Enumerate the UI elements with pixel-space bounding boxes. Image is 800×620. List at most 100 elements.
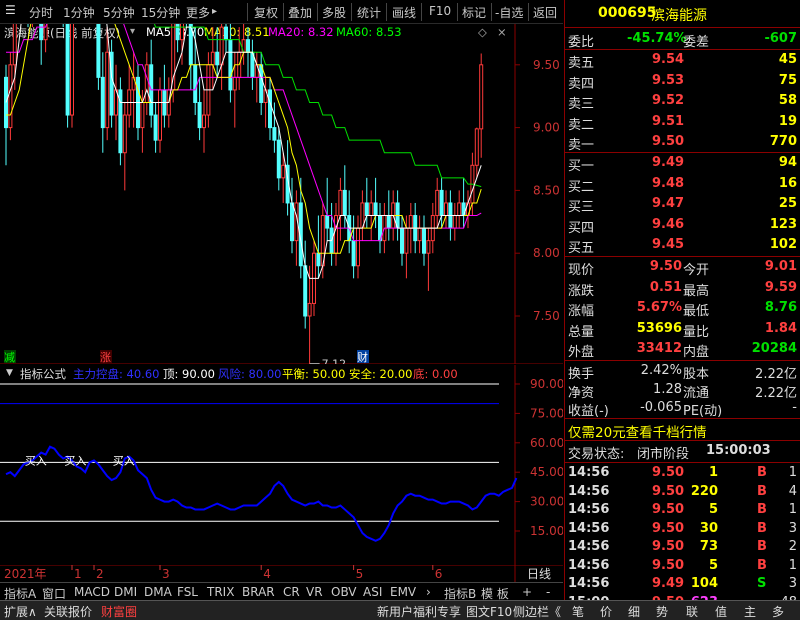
new-user-promo[interactable]: 新用户福利专享 (377, 603, 461, 620)
stat2-row: 换手 2.42% 股本 2.22亿 (565, 361, 800, 382)
tab-vr[interactable]: VR (306, 585, 323, 599)
more-arrow-icon[interactable]: ▸ (212, 6, 217, 17)
tick-price: 9.50 (652, 465, 685, 480)
remove-window-button[interactable]: - (546, 585, 550, 599)
tab-brar[interactable]: BRAR (242, 585, 275, 599)
tick-price: 9.50 (652, 483, 685, 499)
sidebar-toggle[interactable]: 侧边栏《 (513, 603, 561, 620)
menu-icon[interactable]: ☰ (5, 3, 16, 17)
bid-row[interactable]: 买三 9.47 25 (565, 194, 800, 215)
stat-label: 外盘 (568, 345, 595, 360)
tick-direction: B (757, 465, 767, 480)
candle-body-down (276, 139, 281, 179)
ask-label: 卖五 (568, 56, 595, 71)
tick-volume: 220 (690, 483, 718, 499)
stat-label: 今开 (683, 263, 710, 278)
tab-1min[interactable]: 1分钟 (63, 4, 95, 21)
candle-body-down (100, 76, 105, 129)
bid-row[interactable]: 买二 9.48 16 (565, 174, 800, 195)
bid-row[interactable]: 买一 9.49 94 (565, 153, 800, 174)
tick-count: 4 (788, 483, 797, 499)
weibi-row: 委比 -45.74% 委差 -607 (565, 29, 800, 50)
tool-fuquan[interactable]: 复权 (254, 4, 278, 21)
tab-dmi[interactable]: DMI (114, 585, 137, 599)
f10-button[interactable]: 图文F10 (466, 603, 512, 620)
tool-tongji[interactable]: 统计 (357, 4, 381, 21)
tick-price: 9.50 (652, 502, 685, 517)
indicator-chart[interactable]: 90.00 75.00 60.00 45.00 30.00 15.00 买入 买入 买入 (0, 365, 563, 565)
tab-shi[interactable]: 势 (656, 603, 668, 620)
tab-fenshi[interactable]: 分时 (29, 4, 53, 21)
stat-value: 0.51 (649, 279, 682, 295)
stat2-value: 2.42% (640, 363, 682, 378)
candle-body-up (202, 114, 206, 129)
tab-bi[interactable]: 笔 (572, 603, 584, 620)
tick-count: 1 (788, 557, 797, 573)
ask-row[interactable]: 卖四 9.53 75 (565, 71, 800, 92)
month-label: 1 (74, 567, 82, 581)
tab-5min[interactable]: 5分钟 (103, 4, 135, 21)
tick-count: 1 (788, 465, 797, 480)
tab-emv[interactable]: EMV (390, 585, 416, 599)
tool-duogu[interactable]: 多股 (322, 4, 346, 21)
ask-volume: 19 (778, 113, 797, 129)
stock-name: 滨海能源 (651, 8, 707, 24)
tab-xi[interactable]: 细 (628, 603, 640, 620)
month-label: 2 (96, 567, 104, 581)
related-quote-button[interactable]: 关联报价 (44, 603, 92, 620)
tab-cr[interactable]: CR (283, 585, 300, 599)
candle-body-down (342, 189, 347, 217)
ask-row[interactable]: 卖三 9.52 58 (565, 91, 800, 112)
tab-zhu[interactable]: 主 (744, 603, 756, 620)
candle-body-up (12, 24, 17, 66)
candle-body-up (210, 51, 215, 66)
tab-duo[interactable]: 多 (772, 603, 784, 620)
bid-row[interactable]: 买四 9.46 123 (565, 215, 800, 236)
tick-time: 14:56 (568, 557, 610, 573)
tab-15min[interactable]: 15分钟 (141, 4, 180, 21)
tool-huaxian[interactable]: 画线 (392, 4, 416, 21)
marker-zhang: 涨 (100, 351, 111, 364)
kline-chart[interactable]: 12.0011.5011.0010.5010.009.509.008.508.0… (0, 24, 563, 364)
tick-time: 14:56 (568, 539, 610, 554)
tab-more[interactable]: 更多 (186, 4, 210, 21)
ask-row[interactable]: 卖五 9.54 45 (565, 50, 800, 71)
bid-price: 9.46 (652, 216, 685, 232)
candle-body-down (373, 202, 378, 217)
tab-dma[interactable]: DMA (144, 585, 172, 599)
tab-fsl[interactable]: FSL (177, 585, 198, 599)
candle-body-down (153, 114, 158, 141)
bid-row[interactable]: 买五 9.45 102 (565, 235, 800, 256)
tick-row: 14:56 9.50 1 B 1 (565, 463, 800, 481)
tab-jia[interactable]: 价 (600, 603, 612, 620)
scroll-tabs-icon[interactable]: › (426, 585, 431, 599)
weibi-label: 委比 (568, 35, 595, 50)
tool-fanhui[interactable]: 返回 (533, 4, 557, 21)
buy-signal-label: 买入 (25, 454, 47, 467)
tab-trix[interactable]: TRIX (207, 585, 234, 599)
ask-row[interactable]: 卖二 9.51 19 (565, 112, 800, 133)
expand-button[interactable]: 扩展∧ (4, 603, 37, 620)
tool-zixuan[interactable]: -自选 (495, 4, 523, 21)
stat-row: 总量 53696 量比 1.84 (565, 319, 800, 340)
ask-row[interactable]: 卖一 9.50 770 (565, 132, 800, 153)
weicha-label: 委差 (683, 35, 710, 50)
ind-tick-label: 30.00 (530, 495, 563, 509)
stat-label: 最低 (683, 304, 710, 319)
promo-row[interactable]: 仅需20元查看千档行情 (565, 419, 800, 441)
add-window-button[interactable]: + (522, 585, 532, 599)
tick-count: 2 (788, 539, 797, 554)
tab-lian[interactable]: 联 (686, 603, 698, 620)
tool-diejia[interactable]: 叠加 (288, 4, 312, 21)
tick-row: 14:56 9.49 104 S 3 (565, 574, 800, 592)
tab-obv[interactable]: OBV (331, 585, 357, 599)
tab-asi[interactable]: ASI (363, 585, 382, 599)
tab-zhi[interactable]: 值 (715, 603, 727, 620)
tool-f10[interactable]: F10 (429, 4, 451, 18)
candle-body-up (219, 26, 224, 66)
tab-macd[interactable]: MACD (74, 585, 110, 599)
tool-biaoji[interactable]: 标记 (462, 4, 486, 21)
candle-body-up (8, 64, 13, 129)
wealth-circle-button[interactable]: 财富圈 (101, 603, 137, 620)
ask-label: 卖二 (568, 117, 595, 133)
